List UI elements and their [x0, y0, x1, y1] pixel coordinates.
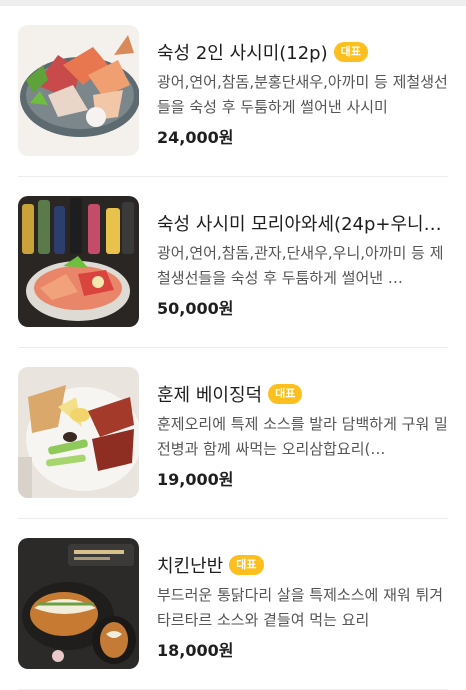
item-name: 치킨난반 — [157, 556, 224, 577]
menu-item-sashimi-2p[interactable]: 숙성 2인 사시미(12p) 대표 광어,연어,참돔,분홍단새우,아까미 등 제… — [0, 6, 466, 177]
item-title-row: 숙성 사시미 모리아와세(24p+우니… — [157, 209, 453, 237]
signature-badge: 대표 — [229, 555, 264, 575]
item-title-row: 치킨난반 대표 — [157, 551, 453, 579]
menu-item-peking-duck[interactable]: 훈제 베이징덕 대표 훈제오리에 특제 소스를 발라 담백하게 구워 밀전병과 … — [0, 348, 466, 519]
item-description: 광어,연어,참돔,분홍단새우,아까미 등 제철생선들을 숙성 후 두툼하게 썰어… — [157, 73, 448, 116]
item-title-row: 훈제 베이징덕 대표 — [157, 380, 453, 408]
peking-duck-photo — [18, 367, 139, 498]
signature-badge: 대표 — [333, 42, 368, 62]
item-price: 24,000원 — [157, 128, 234, 147]
item-description: 광어,연어,참돔,관자,단새우,우니,아까미 등 제철생선들을 숙성 후 두툼하… — [157, 244, 444, 287]
sashimi-platter-photo — [18, 25, 139, 156]
chicken-nanban-photo — [18, 538, 139, 669]
item-price: 18,000원 — [157, 641, 234, 660]
item-price: 50,000원 — [157, 299, 234, 318]
menu-item-chicken-nanban[interactable]: 치킨난반 대표 부드러운 통닭다리 살을 특제소스에 재워 튀겨 타르타르 소스… — [0, 519, 466, 690]
item-description: 부드러운 통닭다리 살을 특제소스에 재워 튀겨 타르타르 소스와 곁들여 먹는… — [157, 586, 444, 629]
item-price: 19,000원 — [157, 470, 234, 489]
item-title-row: 숙성 2인 사시미(12p) 대표 — [157, 38, 453, 66]
signature-badge: 대표 — [268, 384, 303, 404]
sashimi-with-drinks-photo — [18, 196, 139, 327]
item-name: 훈제 베이징덕 — [157, 385, 263, 406]
item-name: 숙성 사시미 모리아와세(24p+우니… — [157, 214, 442, 235]
menu-item-sashimi-moriawase[interactable]: 숙성 사시미 모리아와세(24p+우니… 광어,연어,참돔,관자,단새우,우니,… — [0, 177, 466, 348]
item-name: 숙성 2인 사시미(12p) — [157, 43, 328, 64]
item-description: 훈제오리에 특제 소스를 발라 담백하게 구워 밀전병과 함께 싸먹는 오리삼합… — [157, 415, 448, 458]
